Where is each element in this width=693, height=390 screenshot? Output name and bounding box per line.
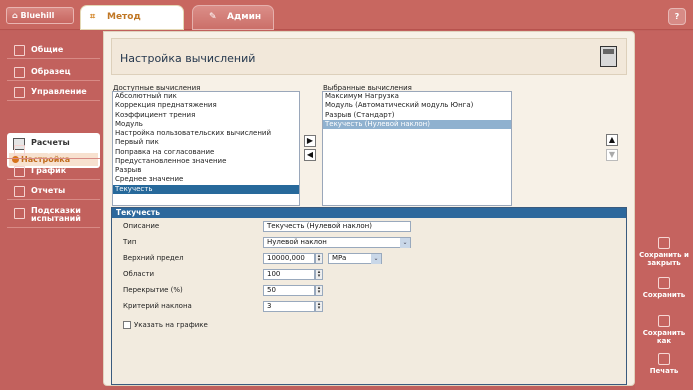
list-item[interactable]: Максимум Нагрузка bbox=[323, 92, 511, 101]
slope-criterion-label: Критерий наклона bbox=[123, 302, 192, 310]
save-close-button[interactable]: Сохранить и закрыть bbox=[635, 237, 693, 267]
list-item[interactable]: Поправка на согласование bbox=[113, 148, 299, 157]
bluehill-logo-button[interactable]: ⌂ Bluehill bbox=[6, 7, 74, 24]
list-item[interactable]: Среднее значение bbox=[113, 175, 299, 184]
slope-criterion-stepper[interactable]: ▴ ▾ bbox=[315, 301, 323, 312]
upper-limit-label: Верхний предел bbox=[123, 254, 184, 262]
page-header: Настройка вычислений bbox=[111, 38, 627, 75]
description-label: Описание bbox=[123, 222, 160, 230]
arrow-up-icon: ▲ bbox=[608, 135, 616, 144]
calculator-icon bbox=[600, 46, 617, 67]
reports-icon bbox=[14, 186, 25, 197]
sidebar-item-graph[interactable]: График bbox=[7, 162, 100, 180]
type-select[interactable]: Нулевой наклон ⌄ bbox=[263, 237, 411, 248]
sidebar: Общие Образец Управление Расчеты Настрой… bbox=[0, 31, 104, 390]
overlap-label: Перекрытие (%) bbox=[123, 286, 183, 294]
save-as-icon bbox=[658, 315, 670, 327]
print-icon bbox=[658, 353, 670, 365]
slope-criterion-input[interactable]: 3 bbox=[263, 301, 315, 312]
show-on-graph-label: Указать на графике bbox=[134, 321, 208, 329]
move-up-button[interactable]: ▲ bbox=[606, 134, 618, 146]
tab-admin[interactable]: ✎ Админ bbox=[192, 5, 274, 30]
description-input[interactable]: Текучесть (Нулевой наклон) bbox=[263, 221, 411, 232]
upper-limit-input[interactable]: 10000,000 bbox=[263, 253, 315, 264]
remove-left-button[interactable]: ◀ bbox=[304, 149, 316, 161]
sidebar-item-test-prompts[interactable]: Подсказки испытаний bbox=[7, 204, 100, 228]
add-right-button[interactable]: ▶ bbox=[304, 135, 316, 147]
page-title: Настройка вычислений bbox=[120, 52, 256, 65]
list-item[interactable]: Текучесть bbox=[113, 184, 299, 194]
graph-icon bbox=[14, 166, 25, 177]
sidebar-item-specimen[interactable]: Образец bbox=[7, 63, 100, 81]
move-down-button[interactable]: ▼ bbox=[606, 149, 618, 161]
upper-limit-stepper[interactable]: ▴ ▾ bbox=[315, 253, 323, 264]
list-item[interactable]: Предустановленное значение bbox=[113, 157, 299, 166]
general-icon bbox=[14, 45, 25, 56]
test-prompts-icon bbox=[14, 208, 25, 219]
sidebar-item-control[interactable]: Управление bbox=[7, 83, 100, 101]
detail-title: Текучесть bbox=[112, 208, 626, 218]
list-item[interactable]: Разрыв bbox=[113, 166, 299, 175]
list-item[interactable]: Модуль bbox=[113, 120, 299, 129]
save-as-button[interactable]: Сохранить как bbox=[635, 315, 693, 345]
save-button[interactable]: Сохранить bbox=[635, 277, 693, 299]
sidebar-item-results[interactable]: Результаты bbox=[7, 141, 100, 159]
method-icon: ⌗ bbox=[90, 12, 96, 22]
detail-panel: Текучесть Описание Текучесть (Нулевой на… bbox=[111, 207, 627, 385]
main-panel: Настройка вычислений Доступные вычислени… bbox=[103, 31, 635, 386]
sidebar-item-reports[interactable]: Отчеты bbox=[7, 182, 100, 200]
arrow-right-icon: ▶ bbox=[306, 136, 314, 145]
print-button[interactable]: Печать bbox=[635, 353, 693, 375]
list-item[interactable]: Текучесть (Нулевой наклон) bbox=[323, 119, 511, 129]
home-icon: ⌂ bbox=[12, 11, 21, 20]
results-icon bbox=[14, 145, 25, 156]
top-bar: ⌂ Bluehill ⌗ Метод ✎ Админ ? bbox=[0, 0, 693, 30]
save-close-icon bbox=[658, 237, 670, 249]
right-action-bar: Сохранить и закрыть Сохранить Сохранить … bbox=[635, 31, 693, 390]
arrow-left-icon: ◀ bbox=[306, 150, 314, 159]
specimen-icon bbox=[14, 67, 25, 78]
chevron-down-icon: ⌄ bbox=[400, 238, 410, 248]
list-item[interactable]: Абсолютный пик bbox=[113, 92, 299, 101]
list-item[interactable]: Первый пик bbox=[113, 138, 299, 147]
regions-label: Области bbox=[123, 270, 155, 278]
overlap-input[interactable]: 50 bbox=[263, 285, 315, 296]
control-icon bbox=[14, 87, 25, 98]
save-icon bbox=[658, 277, 670, 289]
unit-select[interactable]: МPa ⌄ bbox=[328, 253, 382, 264]
chevron-down-icon: ⌄ bbox=[371, 254, 381, 264]
list-item[interactable]: Модуль (Автоматический модуль Юнга) bbox=[323, 101, 511, 110]
list-item[interactable]: Разрыв (Стандарт) bbox=[323, 111, 511, 120]
arrow-down-icon: ▼ bbox=[608, 150, 616, 159]
regions-input[interactable]: 100 bbox=[263, 269, 315, 280]
list-item[interactable]: Настройка пользовательских вычислений bbox=[113, 129, 299, 138]
tab-method[interactable]: ⌗ Метод bbox=[80, 5, 184, 30]
selected-list[interactable]: Максимум Нагрузка Модуль (Автоматический… bbox=[322, 91, 512, 206]
available-list[interactable]: Абсолютный пик Коррекция преднатяжения К… bbox=[112, 91, 300, 206]
type-label: Тип bbox=[123, 238, 137, 246]
help-button[interactable]: ? bbox=[668, 8, 686, 25]
overlap-stepper[interactable]: ▴ ▾ bbox=[315, 285, 323, 296]
regions-stepper[interactable]: ▴ ▾ bbox=[315, 269, 323, 280]
sidebar-item-general[interactable]: Общие bbox=[7, 41, 100, 59]
show-on-graph-checkbox[interactable] bbox=[123, 321, 131, 329]
list-item[interactable]: Коррекция преднатяжения bbox=[113, 101, 299, 110]
list-item[interactable]: Коэффициент трения bbox=[113, 111, 299, 120]
wrench-icon: ✎ bbox=[209, 12, 217, 22]
